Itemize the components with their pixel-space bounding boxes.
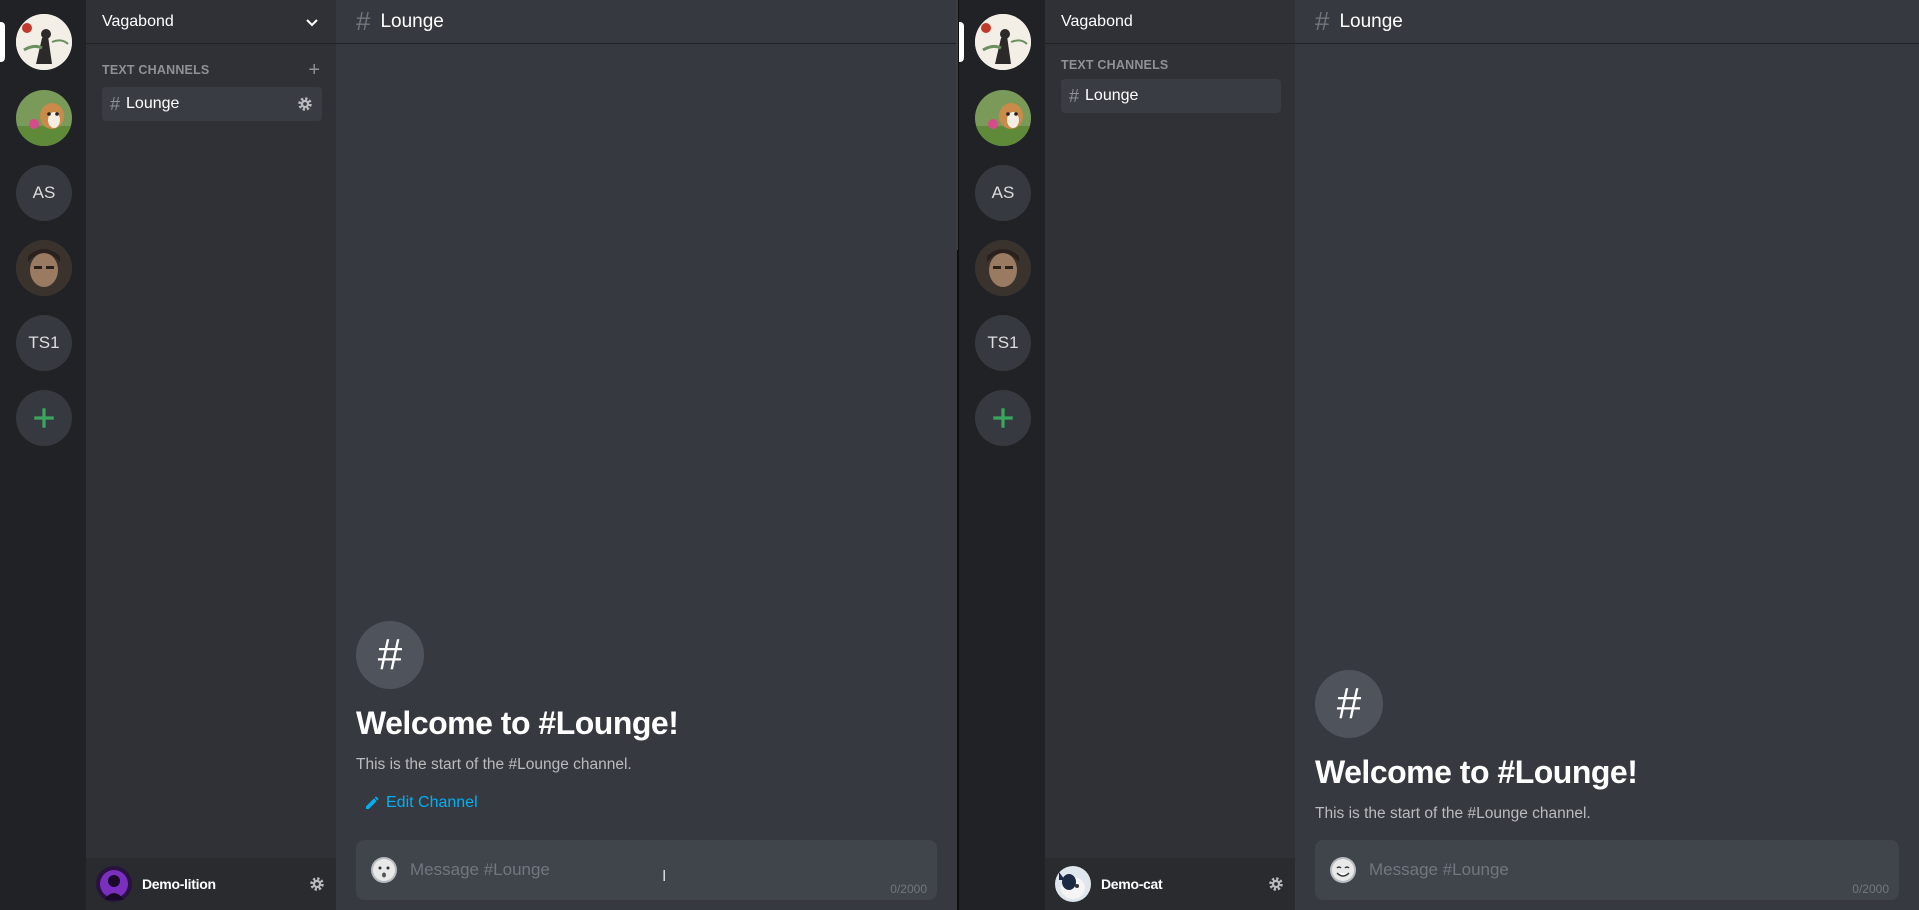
active-server-indicator [0, 22, 5, 62]
chevron-down-icon[interactable] [304, 14, 320, 30]
active-server-indicator [959, 22, 964, 62]
channel-item-lounge[interactable]: # Lounge [102, 87, 322, 121]
character-counter: 0/2000 [890, 882, 927, 896]
welcome-title: Welcome to #Lounge! [1315, 754, 1638, 790]
welcome-subtitle: This is the start of the #Lounge channel… [356, 756, 632, 773]
portrait-server-icon [16, 240, 72, 296]
category-label: TEXT CHANNELS [1061, 58, 1169, 72]
hash-icon: # [356, 6, 371, 36]
welcome-section: # Welcome to #Lounge! This is the start … [356, 621, 679, 812]
message-composer: 0/2000 [1315, 840, 1899, 900]
welcome-subtitle: This is the start of the #Lounge channel… [1315, 805, 1591, 822]
portrait-server-icon [975, 240, 1031, 296]
channel-title: Lounge [1339, 10, 1403, 32]
server-initials: AS [991, 183, 1015, 202]
character-counter: 0/2000 [1852, 882, 1889, 896]
hash-icon: # [1315, 6, 1330, 36]
channel-header: # Lounge [1295, 0, 1919, 44]
channel-header: # Lounge [336, 0, 957, 44]
dog-photo-server-icon [975, 90, 1031, 146]
plus-icon [34, 408, 54, 428]
avatar[interactable] [96, 866, 132, 902]
username: Demo-cat [1101, 876, 1163, 892]
ink-painting-server-icon [16, 14, 72, 70]
message-input[interactable] [1367, 859, 1885, 881]
user-panel: Demo-lition [86, 858, 336, 910]
channel-category: TEXT CHANNELS [1061, 58, 1279, 72]
server-name: Vagabond [1061, 12, 1133, 30]
chat-area: # Lounge # Welcome to #Lounge! This is t… [1295, 0, 1919, 910]
left-client-window: AS TS1 Vagabond TEXT CHANNELS + # Lounge… [0, 0, 957, 910]
edit-channel-button[interactable]: Edit Channel [364, 794, 678, 812]
right-client-window: AS TS1 Vagabond TEXT CHANNELS # Lounge D… [959, 0, 1919, 910]
server-as[interactable]: AS [975, 165, 1031, 221]
server-header[interactable]: Vagabond [1045, 0, 1295, 44]
server-ts1[interactable]: TS1 [16, 315, 72, 371]
channel-category: TEXT CHANNELS + [102, 60, 320, 80]
channel-sidebar: Vagabond TEXT CHANNELS # Lounge Demo-cat [1045, 0, 1295, 910]
emoji-icon[interactable] [370, 856, 398, 884]
hash-icon: # [110, 93, 121, 114]
server-dog[interactable] [16, 90, 72, 146]
hash-icon: # [1069, 85, 1080, 106]
category-label: TEXT CHANNELS [102, 63, 210, 77]
server-rail: AS TS1 [0, 0, 86, 910]
message-composer: 0/2000 [356, 840, 937, 900]
avatar-image [96, 866, 132, 902]
server-vagabond[interactable] [16, 14, 72, 70]
hash-icon: # [1336, 679, 1362, 728]
edit-channel-label: Edit Channel [386, 794, 478, 811]
gear-icon[interactable] [1267, 875, 1285, 893]
channel-name: Lounge [126, 95, 180, 112]
channel-hash-badge: # [1315, 670, 1383, 738]
server-dog[interactable] [975, 90, 1031, 146]
add-server-button[interactable] [16, 390, 72, 446]
server-name: Vagabond [102, 12, 174, 30]
server-initials: AS [32, 183, 56, 202]
user-panel: Demo-cat [1045, 858, 1295, 910]
server-ts1[interactable]: TS1 [975, 315, 1031, 371]
welcome-title: Welcome to #Lounge! [356, 705, 679, 741]
server-as[interactable]: AS [16, 165, 72, 221]
channel-title: Lounge [380, 10, 444, 32]
emoji-icon[interactable] [1329, 856, 1357, 884]
server-portrait[interactable] [975, 240, 1031, 296]
server-rail: AS TS1 [959, 0, 1045, 910]
pencil-icon [366, 796, 379, 809]
add-server-button[interactable] [975, 390, 1031, 446]
channel-item-lounge[interactable]: # Lounge [1061, 79, 1281, 113]
hash-icon: # [377, 630, 403, 679]
text-cursor-icon: I [662, 868, 667, 885]
gear-icon[interactable] [296, 95, 314, 113]
server-initials: TS1 [987, 333, 1019, 352]
avatar[interactable] [1055, 866, 1091, 902]
gear-icon[interactable] [308, 875, 326, 893]
channel-sidebar: Vagabond TEXT CHANNELS + # Lounge Demo-l… [86, 0, 336, 910]
pane-divider-highlight [956, 0, 958, 250]
dog-photo-server-icon [16, 90, 72, 146]
welcome-section: # Welcome to #Lounge! This is the start … [1315, 670, 1638, 823]
ink-painting-server-icon [975, 14, 1031, 70]
plus-icon [993, 408, 1013, 428]
server-initials: TS1 [28, 333, 60, 352]
channel-hash-badge: # [356, 621, 424, 689]
server-portrait[interactable] [16, 240, 72, 296]
server-header[interactable]: Vagabond [86, 0, 336, 44]
channel-name: Lounge [1085, 87, 1139, 104]
plus-icon[interactable]: + [308, 60, 320, 80]
chat-area: # Lounge # Welcome to #Lounge! This is t… [336, 0, 957, 910]
server-vagabond[interactable] [975, 14, 1031, 70]
avatar-image [1055, 866, 1091, 902]
username: Demo-lition [142, 876, 216, 892]
